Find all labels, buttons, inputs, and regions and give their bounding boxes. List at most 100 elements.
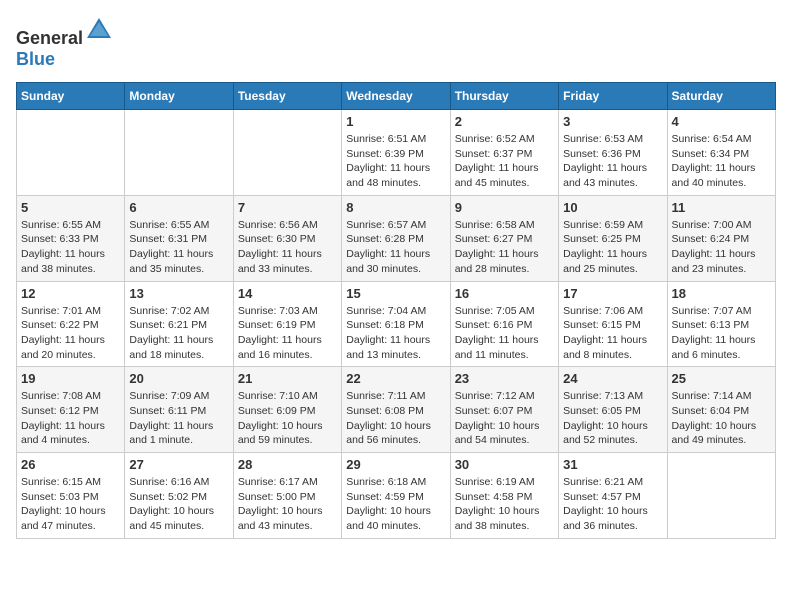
header-thursday: Thursday	[450, 83, 558, 110]
day-info: Sunrise: 7:09 AM Sunset: 6:11 PM Dayligh…	[129, 389, 228, 448]
day-info: Sunrise: 7:01 AM Sunset: 6:22 PM Dayligh…	[21, 304, 120, 363]
day-cell: 25 Sunrise: 7:14 AM Sunset: 6:04 PM Dayli…	[667, 367, 775, 453]
day-cell	[233, 110, 341, 196]
day-info: Sunrise: 6:55 AM Sunset: 6:33 PM Dayligh…	[21, 218, 120, 277]
day-cell: 3 Sunrise: 6:53 AM Sunset: 6:36 PM Daylig…	[559, 110, 667, 196]
day-info: Sunrise: 7:07 AM Sunset: 6:13 PM Dayligh…	[672, 304, 771, 363]
day-cell: 26Sunrise: 6:15 AM Sunset: 5:03 PM Dayli…	[17, 453, 125, 539]
header-wednesday: Wednesday	[342, 83, 450, 110]
day-info: Sunrise: 7:11 AM Sunset: 6:08 PM Dayligh…	[346, 389, 445, 448]
week-row-3: 12 Sunrise: 7:01 AM Sunset: 6:22 PM Dayli…	[17, 281, 776, 367]
day-number: 7	[238, 200, 337, 215]
logo-text: General Blue	[16, 16, 113, 70]
day-info: Sunrise: 7:10 AM Sunset: 6:09 PM Dayligh…	[238, 389, 337, 448]
day-info: Sunrise: 7:06 AM Sunset: 6:15 PM Dayligh…	[563, 304, 662, 363]
day-info: Sunrise: 6:58 AM Sunset: 6:27 PM Dayligh…	[455, 218, 554, 277]
day-number: 11	[672, 200, 771, 215]
day-number: 2	[455, 114, 554, 129]
day-cell: 12 Sunrise: 7:01 AM Sunset: 6:22 PM Dayli…	[17, 281, 125, 367]
day-number: 9	[455, 200, 554, 215]
day-number: 8	[346, 200, 445, 215]
day-number: 10	[563, 200, 662, 215]
day-number: 12	[21, 286, 120, 301]
day-number: 29	[346, 457, 445, 472]
day-cell: 23 Sunrise: 7:12 AM Sunset: 6:07 PM Dayli…	[450, 367, 558, 453]
day-cell: 19 Sunrise: 7:08 AM Sunset: 6:12 PM Dayli…	[17, 367, 125, 453]
header-monday: Monday	[125, 83, 233, 110]
logo-blue: Blue	[16, 49, 55, 69]
logo-icon	[85, 16, 113, 44]
day-cell: 13 Sunrise: 7:02 AM Sunset: 6:21 PM Dayli…	[125, 281, 233, 367]
day-number: 28	[238, 457, 337, 472]
day-cell	[667, 453, 775, 539]
day-number: 30	[455, 457, 554, 472]
day-cell: 28 Sunrise: 6:17 AM Sunset: 5:00 PM Dayli…	[233, 453, 341, 539]
day-number: 20	[129, 371, 228, 386]
day-number: 13	[129, 286, 228, 301]
day-number: 27	[129, 457, 228, 472]
day-number: 22	[346, 371, 445, 386]
day-info: Sunrise: 6:54 AM Sunset: 6:34 PM Dayligh…	[672, 132, 771, 191]
day-info: Sunrise: 6:18 AM Sunset: 4:59 PM Dayligh…	[346, 475, 445, 534]
day-cell	[125, 110, 233, 196]
week-row-2: 5 Sunrise: 6:55 AM Sunset: 6:33 PM Daylig…	[17, 195, 776, 281]
day-number: 31	[563, 457, 662, 472]
day-number: 24	[563, 371, 662, 386]
day-number: 3	[563, 114, 662, 129]
day-info: Sunrise: 6:16 AM Sunset: 5:02 PM Dayligh…	[129, 475, 228, 534]
day-cell: 18 Sunrise: 7:07 AM Sunset: 6:13 PM Dayli…	[667, 281, 775, 367]
day-cell: 14 Sunrise: 7:03 AM Sunset: 6:19 PM Dayli…	[233, 281, 341, 367]
calendar-header-row: SundayMondayTuesdayWednesdayThursdayFrid…	[17, 83, 776, 110]
day-info: Sunrise: 6:51 AM Sunset: 6:39 PM Dayligh…	[346, 132, 445, 191]
day-info: Sunrise: 7:12 AM Sunset: 6:07 PM Dayligh…	[455, 389, 554, 448]
day-info: Sunrise: 6:19 AM Sunset: 4:58 PM Dayligh…	[455, 475, 554, 534]
day-cell: 6 Sunrise: 6:55 AM Sunset: 6:31 PM Daylig…	[125, 195, 233, 281]
day-info: Sunrise: 6:53 AM Sunset: 6:36 PM Dayligh…	[563, 132, 662, 191]
day-number: 1	[346, 114, 445, 129]
day-number: 14	[238, 286, 337, 301]
day-cell: 17Sunrise: 7:06 AM Sunset: 6:15 PM Dayli…	[559, 281, 667, 367]
day-number: 26	[21, 457, 120, 472]
week-row-5: 26Sunrise: 6:15 AM Sunset: 5:03 PM Dayli…	[17, 453, 776, 539]
day-number: 19	[21, 371, 120, 386]
day-cell: 7 Sunrise: 6:56 AM Sunset: 6:30 PM Daylig…	[233, 195, 341, 281]
day-cell: 27 Sunrise: 6:16 AM Sunset: 5:02 PM Dayli…	[125, 453, 233, 539]
day-number: 25	[672, 371, 771, 386]
day-cell: 10 Sunrise: 6:59 AM Sunset: 6:25 PM Dayli…	[559, 195, 667, 281]
day-info: Sunrise: 7:14 AM Sunset: 6:04 PM Dayligh…	[672, 389, 771, 448]
day-cell: 31 Sunrise: 6:21 AM Sunset: 4:57 PM Dayli…	[559, 453, 667, 539]
week-row-1: 1 Sunrise: 6:51 AM Sunset: 6:39 PM Daylig…	[17, 110, 776, 196]
day-cell: 20 Sunrise: 7:09 AM Sunset: 6:11 PM Dayli…	[125, 367, 233, 453]
day-info: Sunrise: 6:21 AM Sunset: 4:57 PM Dayligh…	[563, 475, 662, 534]
day-info: Sunrise: 7:02 AM Sunset: 6:21 PM Dayligh…	[129, 304, 228, 363]
day-info: Sunrise: 6:59 AM Sunset: 6:25 PM Dayligh…	[563, 218, 662, 277]
day-number: 6	[129, 200, 228, 215]
day-cell: 29 Sunrise: 6:18 AM Sunset: 4:59 PM Dayli…	[342, 453, 450, 539]
day-info: Sunrise: 7:00 AM Sunset: 6:24 PM Dayligh…	[672, 218, 771, 277]
day-info: Sunrise: 7:08 AM Sunset: 6:12 PM Dayligh…	[21, 389, 120, 448]
day-number: 23	[455, 371, 554, 386]
day-info: Sunrise: 7:04 AM Sunset: 6:18 PM Dayligh…	[346, 304, 445, 363]
day-number: 15	[346, 286, 445, 301]
day-info: Sunrise: 7:03 AM Sunset: 6:19 PM Dayligh…	[238, 304, 337, 363]
day-cell	[17, 110, 125, 196]
logo: General Blue	[16, 16, 113, 70]
day-info: Sunrise: 6:56 AM Sunset: 6:30 PM Dayligh…	[238, 218, 337, 277]
header-sunday: Sunday	[17, 83, 125, 110]
day-info: Sunrise: 6:52 AM Sunset: 6:37 PM Dayligh…	[455, 132, 554, 191]
day-cell: 30 Sunrise: 6:19 AM Sunset: 4:58 PM Dayli…	[450, 453, 558, 539]
day-number: 18	[672, 286, 771, 301]
day-number: 4	[672, 114, 771, 129]
day-info: Sunrise: 7:05 AM Sunset: 6:16 PM Dayligh…	[455, 304, 554, 363]
page-header: General Blue	[16, 16, 776, 70]
week-row-4: 19 Sunrise: 7:08 AM Sunset: 6:12 PM Dayli…	[17, 367, 776, 453]
day-number: 5	[21, 200, 120, 215]
day-cell: 11 Sunrise: 7:00 AM Sunset: 6:24 PM Dayli…	[667, 195, 775, 281]
day-cell: 5 Sunrise: 6:55 AM Sunset: 6:33 PM Daylig…	[17, 195, 125, 281]
header-friday: Friday	[559, 83, 667, 110]
day-info: Sunrise: 6:17 AM Sunset: 5:00 PM Dayligh…	[238, 475, 337, 534]
day-info: Sunrise: 6:55 AM Sunset: 6:31 PM Dayligh…	[129, 218, 228, 277]
logo-general: General	[16, 28, 83, 48]
header-tuesday: Tuesday	[233, 83, 341, 110]
day-cell: 2 Sunrise: 6:52 AM Sunset: 6:37 PM Daylig…	[450, 110, 558, 196]
